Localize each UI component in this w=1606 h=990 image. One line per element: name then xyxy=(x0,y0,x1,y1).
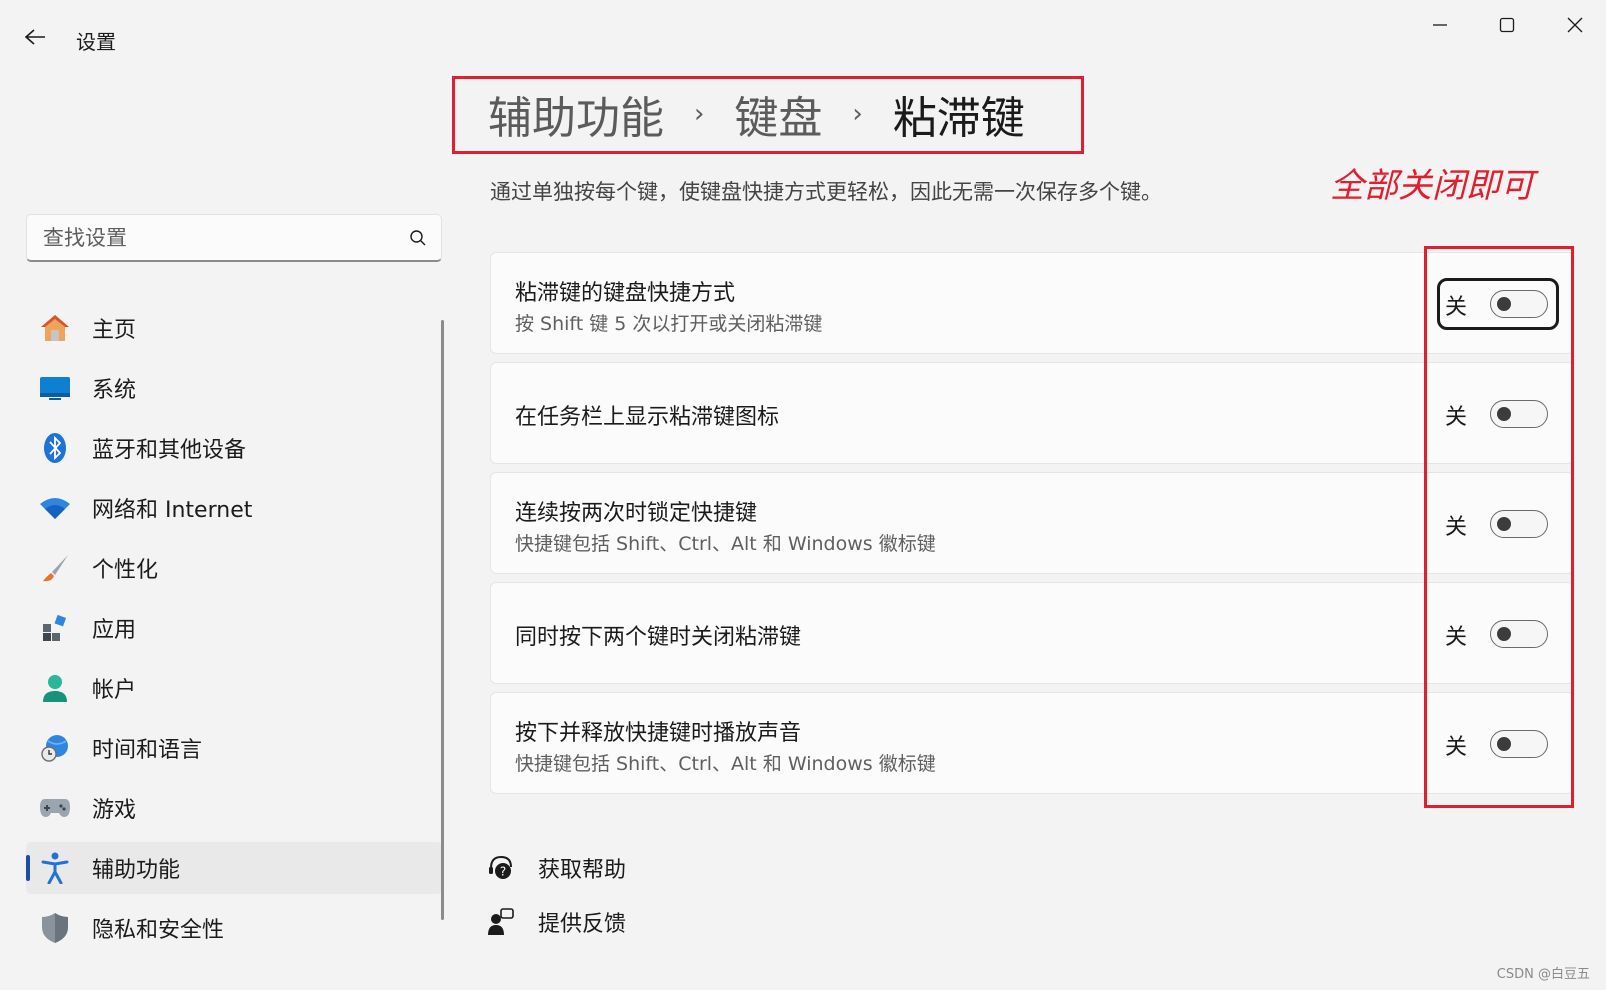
page-description: 通过单独按每个键，使键盘快捷方式更轻松，因此无需一次保存多个键。 xyxy=(490,180,1162,204)
setting-title: 粘滞键的键盘快捷方式 xyxy=(515,281,736,306)
search-icon xyxy=(410,229,426,245)
setting-card-turn-off-two-keys: 同时按下两个键时关闭粘滞键 关 xyxy=(490,582,1574,684)
sidebar-item-label: 隐私和安全性 xyxy=(92,918,225,943)
sidebar-item-label: 游戏 xyxy=(92,798,137,823)
sidebar-item-label: 个性化 xyxy=(92,558,159,583)
back-button[interactable] xyxy=(20,22,50,52)
setting-title: 按下并释放快捷键时播放声音 xyxy=(515,721,802,746)
close-button[interactable] xyxy=(1549,6,1601,44)
watermark: CSDN @白豆五 xyxy=(1496,967,1590,982)
sidebar-item-system[interactable]: 系统 xyxy=(26,362,442,414)
globe-clock-icon xyxy=(38,731,72,765)
search-input[interactable] xyxy=(41,224,409,251)
setting-card-play-sound: 按下并释放快捷键时播放声音 快捷键包括 Shift、Ctrl、Alt 和 Win… xyxy=(490,692,1574,794)
accessibility-icon xyxy=(38,851,72,885)
sidebar-item-accounts[interactable]: 帐户 xyxy=(26,662,442,714)
setting-title: 连续按两次时锁定快捷键 xyxy=(515,501,758,526)
sidebar-item-accessibility[interactable]: 辅助功能 xyxy=(26,842,442,894)
setting-card-lock-shortcut: 连续按两次时锁定快捷键 快捷键包括 Shift、Ctrl、Alt 和 Windo… xyxy=(490,472,1574,574)
search-box[interactable] xyxy=(26,214,442,262)
sidebar-item-label: 蓝牙和其他设备 xyxy=(92,438,247,463)
feedback-icon xyxy=(488,908,514,935)
apps-icon xyxy=(38,611,72,645)
active-indicator xyxy=(26,855,30,881)
minimize-icon xyxy=(1433,24,1447,26)
minimize-button[interactable] xyxy=(1414,6,1466,44)
setting-subtitle: 按 Shift 键 5 次以打开或关闭粘滞键 xyxy=(515,313,823,335)
back-arrow-icon xyxy=(24,29,45,45)
maximize-icon xyxy=(1499,17,1515,33)
system-icon xyxy=(38,371,72,405)
home-icon xyxy=(38,311,72,345)
help-icon: ? xyxy=(489,855,512,879)
account-icon xyxy=(38,671,72,705)
sidebar-item-label: 应用 xyxy=(92,618,137,643)
sidebar-item-label: 时间和语言 xyxy=(92,738,203,763)
setting-card-taskbar-icon: 在任务栏上显示粘滞键图标 关 xyxy=(490,362,1574,464)
brush-icon xyxy=(38,551,72,585)
setting-card-shortcut: 粘滞键的键盘快捷方式 按 Shift 键 5 次以打开或关闭粘滞键 关 xyxy=(490,252,1574,354)
get-help-link[interactable]: ? 获取帮助 xyxy=(488,852,626,884)
shield-icon xyxy=(38,911,72,945)
sidebar-item-label: 主页 xyxy=(92,318,137,343)
give-feedback-label: 提供反馈 xyxy=(538,912,627,937)
close-icon xyxy=(1567,17,1583,33)
sidebar-item-time-language[interactable]: 时间和语言 xyxy=(26,722,442,774)
maximize-button[interactable] xyxy=(1481,6,1533,44)
sidebar-scrollbar[interactable] xyxy=(441,320,444,920)
wifi-icon xyxy=(38,491,72,525)
sidebar-item-label: 辅助功能 xyxy=(92,858,181,883)
annotation-text: 全部关闭即可 xyxy=(1330,166,1534,206)
sidebar-item-label: 系统 xyxy=(92,378,137,403)
setting-subtitle: 快捷键包括 Shift、Ctrl、Alt 和 Windows 徽标键 xyxy=(515,753,936,775)
sidebar-item-apps[interactable]: 应用 xyxy=(26,602,442,654)
sidebar-item-label: 网络和 Internet xyxy=(92,498,253,523)
get-help-label: 获取帮助 xyxy=(538,858,627,883)
gamepad-icon xyxy=(38,791,72,825)
breadcrumb-highlight-box xyxy=(452,76,1084,154)
setting-subtitle: 快捷键包括 Shift、Ctrl、Alt 和 Windows 徽标键 xyxy=(515,533,936,555)
sidebar-item-privacy[interactable]: 隐私和安全性 xyxy=(26,902,442,954)
sidebar-item-gaming[interactable]: 游戏 xyxy=(26,782,442,834)
sidebar-item-label: 帐户 xyxy=(92,678,137,703)
sidebar-item-network[interactable]: 网络和 Internet xyxy=(26,482,442,534)
app-title: 设置 xyxy=(76,30,116,54)
sidebar-item-bluetooth[interactable]: 蓝牙和其他设备 xyxy=(26,422,442,474)
svg-text:?: ? xyxy=(500,865,506,879)
sidebar-item-home[interactable]: 主页 xyxy=(26,302,442,354)
bluetooth-icon xyxy=(38,431,72,465)
toggles-highlight-box xyxy=(1424,246,1574,808)
setting-title: 同时按下两个键时关闭粘滞键 xyxy=(515,625,802,650)
setting-title: 在任务栏上显示粘滞键图标 xyxy=(515,405,780,430)
give-feedback-link[interactable]: 提供反馈 xyxy=(488,906,626,938)
sidebar-item-personalization[interactable]: 个性化 xyxy=(26,542,442,594)
